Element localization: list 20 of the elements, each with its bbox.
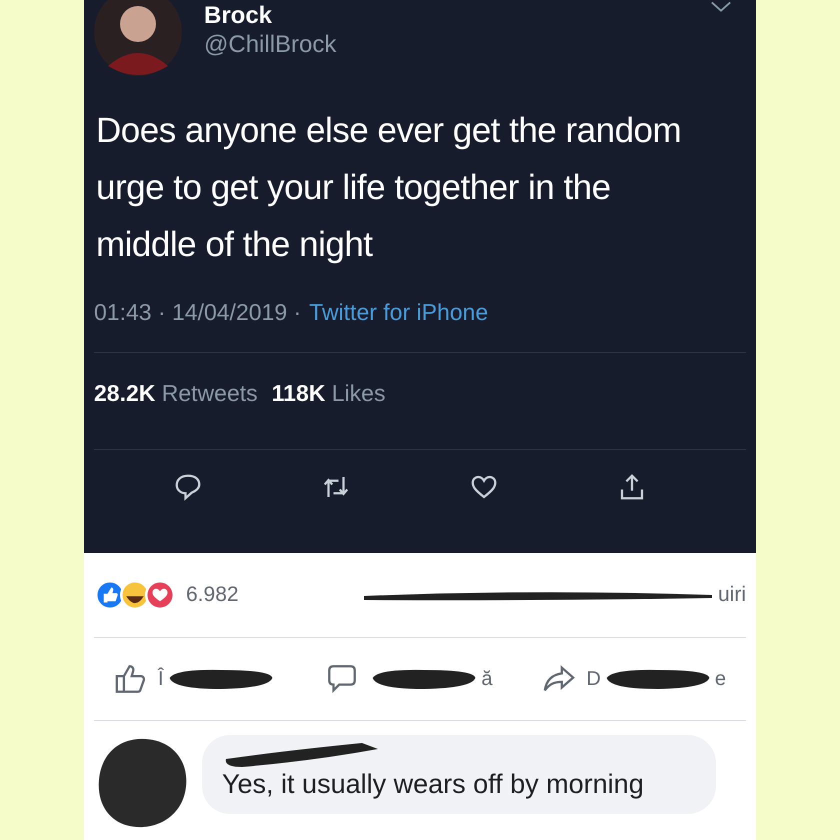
tweet-text: Does anyone else ever get the random urge to get your life together in the middle of the night [96,110,682,266]
comment-text: Yes, it usually wears off by morning [222,769,645,800]
retweet-count[interactable]: 28.2K Retweets [94,381,258,405]
chevron-down-icon[interactable] [710,0,732,14]
like-action[interactable]: Î [114,662,276,696]
user-handle: @ChillBrock [204,30,338,60]
action-label-fragment: ă [481,668,493,690]
like-count[interactable]: 118K Likes [272,381,386,405]
action-label-fragment: Î [158,668,164,690]
action-label-fragment: e [714,668,726,690]
user-name: Brock [204,2,274,30]
thumbs-up-icon [114,662,148,696]
tweet-source-link[interactable]: Twitter for iPhone [309,299,488,326]
reaction-count[interactable]: 6.982 [186,583,239,607]
tweet-timestamp: 01:43 · 14/04/2019 · [94,299,302,326]
reply-icon[interactable] [173,472,203,502]
comment-action[interactable]: ă [325,662,493,696]
comment-share-counts[interactable]: uiri [718,583,746,607]
share-action[interactable]: D e [542,662,726,696]
action-label-fragment: D [586,668,601,690]
